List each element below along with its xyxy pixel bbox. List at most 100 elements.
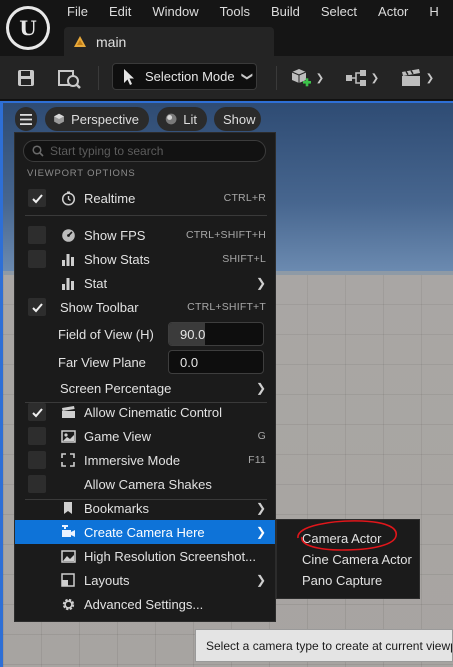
gauge-icon bbox=[60, 227, 76, 243]
menu-item-allow-camera-shakes[interactable]: Allow Camera Shakes bbox=[15, 472, 275, 496]
chevron-down-icon: ❯ bbox=[425, 72, 435, 84]
blueprint-icon bbox=[345, 70, 366, 86]
title-bar: U File Edit Window Tools Build Select Ac… bbox=[0, 0, 453, 56]
menu-item-label: Stat bbox=[84, 275, 108, 291]
menu-item-create-camera-here[interactable]: Create Camera Here ❯ bbox=[15, 520, 275, 544]
menu-item-screen-percentage[interactable]: Screen Percentage ❯ bbox=[15, 376, 275, 400]
shortcut-label: SHIFT+L bbox=[222, 253, 266, 265]
menu-divider bbox=[25, 215, 267, 216]
submenu-arrow-icon: ❯ bbox=[255, 501, 266, 515]
show-fps-checkbox[interactable] bbox=[28, 226, 46, 244]
submenu-arrow-icon: ❯ bbox=[255, 381, 266, 395]
menu-item-far-view-plane: Far View Plane 0.0 bbox=[15, 349, 275, 375]
perspective-label: Perspective bbox=[71, 111, 139, 127]
menu-select[interactable]: Select bbox=[310, 0, 367, 24]
submenu-arrow-icon: ❯ bbox=[255, 525, 266, 539]
field-of-view-input[interactable]: 90.0 bbox=[168, 322, 264, 346]
selection-mode-dropdown[interactable]: Selection Mode ❯ bbox=[112, 63, 257, 90]
view-mode-button[interactable]: Lit bbox=[157, 107, 207, 131]
level-tab-label: main bbox=[96, 33, 127, 50]
add-actor-button[interactable]: ❯ bbox=[287, 63, 327, 93]
blueprint-button[interactable]: ❯ bbox=[342, 63, 382, 93]
add-actor-icon bbox=[291, 69, 311, 87]
menu-build[interactable]: Build bbox=[260, 0, 310, 24]
menu-item-label: Allow Camera Shakes bbox=[84, 476, 212, 492]
menu-item-label: Show FPS bbox=[84, 227, 146, 243]
main-menu: File Edit Window Tools Build Select Acto… bbox=[56, 0, 449, 24]
menu-window[interactable]: Window bbox=[141, 0, 208, 24]
menu-item-show-stats[interactable]: Show Stats SHIFT+L bbox=[15, 247, 275, 271]
menu-item-label: Show Stats bbox=[84, 251, 150, 267]
submenu-item-pano-capture[interactable]: Pano Capture bbox=[302, 573, 382, 588]
menu-item-high-resolution-screenshot[interactable]: High Resolution Screenshot... bbox=[15, 544, 275, 568]
menu-item-realtime[interactable]: Realtime CTRL+R bbox=[15, 186, 275, 210]
chevron-down-icon: ❯ bbox=[315, 72, 325, 84]
menu-item-game-view[interactable]: Game View G bbox=[15, 424, 275, 448]
menu-item-label: Immersive Mode bbox=[84, 452, 181, 468]
content-browser-icon bbox=[58, 70, 81, 89]
menu-help[interactable]: H bbox=[418, 0, 448, 24]
menu-tools[interactable]: Tools bbox=[209, 0, 260, 24]
allow-camera-shakes-checkbox[interactable] bbox=[28, 475, 46, 493]
menu-file[interactable]: File bbox=[56, 0, 98, 24]
show-toolbar-checkbox[interactable] bbox=[28, 298, 46, 316]
allow-cinematic-control-checkbox[interactable] bbox=[28, 403, 46, 421]
lit-label: Lit bbox=[183, 111, 197, 127]
level-icon bbox=[74, 35, 86, 47]
selection-mode-label: Selection Mode bbox=[145, 69, 235, 84]
game-view-checkbox[interactable] bbox=[28, 427, 46, 445]
menu-item-field-of-view: Field of View (H) 90.0 bbox=[15, 321, 275, 347]
shortcut-label: F11 bbox=[248, 454, 266, 466]
menu-search-box[interactable]: Start typing to search bbox=[23, 140, 266, 162]
menu-item-bookmarks[interactable]: Bookmarks ❯ bbox=[15, 496, 275, 520]
fullscreen-icon bbox=[60, 452, 76, 468]
field-of-view-value: 90.0 bbox=[180, 326, 206, 342]
show-stats-checkbox[interactable] bbox=[28, 250, 46, 268]
toolbar-separator bbox=[98, 66, 99, 90]
far-view-plane-input[interactable]: 0.0 bbox=[168, 350, 264, 374]
lit-sphere-icon bbox=[165, 113, 177, 125]
menu-item-advanced-settings[interactable]: Advanced Settings... bbox=[15, 592, 275, 616]
shortcut-label: G bbox=[257, 430, 266, 442]
screenshot-icon bbox=[60, 548, 76, 564]
search-icon bbox=[32, 145, 44, 157]
far-view-plane-value: 0.0 bbox=[180, 354, 199, 370]
menu-item-immersive-mode[interactable]: Immersive Mode F11 bbox=[15, 448, 275, 472]
cinematics-icon bbox=[401, 69, 420, 86]
add-camera-icon bbox=[60, 524, 76, 540]
tooltip: Select a camera type to create at curren… bbox=[195, 629, 453, 662]
perspective-button[interactable]: Perspective bbox=[45, 107, 149, 131]
clock-icon bbox=[60, 190, 76, 206]
menu-item-show-fps[interactable]: Show FPS CTRL+SHIFT+H bbox=[15, 223, 275, 247]
realtime-checkbox[interactable] bbox=[28, 189, 46, 207]
viewport-options-menu: Start typing to search VIEWPORT OPTIONS … bbox=[14, 132, 276, 622]
bookmark-icon bbox=[60, 500, 76, 516]
menu-item-layouts[interactable]: Layouts ❯ bbox=[15, 568, 275, 592]
unreal-logo-icon[interactable]: U bbox=[6, 6, 50, 50]
shortcut-label: CTRL+SHIFT+H bbox=[186, 229, 266, 241]
menu-edit[interactable]: Edit bbox=[98, 0, 141, 24]
cursor-icon bbox=[124, 68, 134, 85]
hamburger-icon bbox=[20, 113, 32, 125]
menu-item-allow-cinematic-control[interactable]: Allow Cinematic Control bbox=[15, 400, 275, 424]
menu-item-label: Advanced Settings... bbox=[84, 596, 204, 612]
submenu-item-cine-camera-actor[interactable]: Cine Camera Actor bbox=[302, 552, 412, 567]
cinematics-button[interactable]: ❯ bbox=[397, 63, 437, 93]
level-tab[interactable]: main bbox=[64, 27, 274, 56]
bar-chart-icon bbox=[60, 251, 76, 267]
menu-item-stat[interactable]: Stat ❯ bbox=[15, 271, 275, 295]
shortcut-label: CTRL+R bbox=[223, 192, 266, 204]
menu-item-label: Allow Cinematic Control bbox=[84, 404, 222, 420]
save-button[interactable] bbox=[12, 63, 40, 93]
chevron-down-icon: ❯ bbox=[240, 71, 253, 82]
immersive-mode-checkbox[interactable] bbox=[28, 451, 46, 469]
viewport-options-button[interactable] bbox=[15, 107, 37, 131]
menu-item-show-toolbar[interactable]: Show Toolbar CTRL+SHIFT+T bbox=[15, 295, 275, 319]
toolbar-separator bbox=[276, 66, 277, 90]
layout-icon bbox=[60, 572, 76, 588]
content-browser-button[interactable] bbox=[54, 63, 86, 93]
viewport-border bbox=[0, 101, 453, 103]
show-button[interactable]: Show bbox=[214, 107, 261, 131]
menu-actor[interactable]: Actor bbox=[367, 0, 418, 24]
menu-item-label: High Resolution Screenshot... bbox=[84, 548, 256, 564]
